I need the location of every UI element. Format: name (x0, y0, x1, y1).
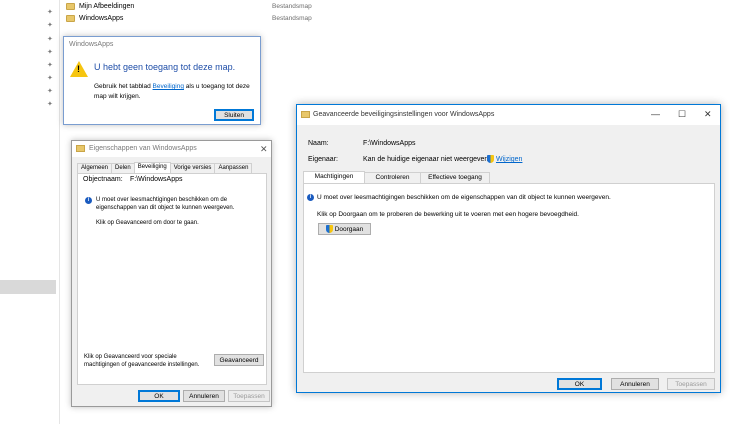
tab-previous-versions[interactable]: Vorige versies (169, 163, 216, 173)
apply-button[interactable]: Toepassen (667, 378, 715, 390)
close-icon[interactable]: ✕ (260, 144, 268, 155)
cancel-button[interactable]: Annuleren (183, 390, 225, 402)
pin-icon[interactable]: ✦ (47, 9, 55, 17)
file-type: Bestandsmap (272, 15, 312, 22)
advanced-description: Klik op Geavanceerd voor speciale machti… (84, 354, 200, 368)
tab-strip: Algemeen Delen Beveiliging Vorige versie… (77, 162, 253, 173)
pin-icon[interactable]: ✦ (47, 88, 55, 96)
change-link-text: Wijzigen (496, 155, 523, 163)
folder-icon (76, 145, 85, 152)
access-denied-dialog: WindowsApps ! U hebt geen toegang tot de… (63, 36, 261, 125)
message-text: Gebruik het tabblad (94, 83, 153, 90)
folder-icon (66, 15, 75, 22)
dialog-message: Gebruik het tabblad Beveiliging als u to… (94, 82, 254, 102)
info-message: U moet over leesmachtigingen beschikken … (317, 194, 611, 201)
properties-window: Eigenschappen van WindowsApps ✕ Algemeen… (71, 140, 272, 407)
dialog-title: WindowsApps (69, 41, 114, 48)
info-icon: i (307, 194, 314, 201)
folder-icon (66, 3, 75, 10)
info-icon: i (85, 197, 92, 204)
tab-customize[interactable]: Aanpassen (214, 163, 253, 173)
pin-icon[interactable]: ✦ (47, 49, 55, 57)
file-type: Bestandsmap (272, 3, 312, 10)
file-name: Mijn Afbeeldingen (79, 3, 135, 10)
dialog-heading: U hebt geen toegang tot deze map. (94, 62, 236, 72)
title-bar: Eigenschappen van WindowsApps ✕ (72, 141, 271, 157)
file-name: WindowsApps (79, 15, 124, 22)
continue-button[interactable]: Doorgaan (318, 223, 371, 235)
tab-auditing[interactable]: Controleren (364, 172, 421, 183)
pin-icon[interactable]: ✦ (47, 75, 55, 83)
security-tab-link[interactable]: Beveiliging (153, 83, 184, 90)
continue-hint: Klik op Doorgaan om te proberen de bewer… (317, 211, 579, 218)
tab-permissions[interactable]: Machtigingen (303, 171, 365, 183)
close-icon[interactable]: ✕ (704, 109, 712, 120)
object-name-label: Objectnaam: (83, 176, 123, 183)
tab-strip: Machtigingen Controleren Effectieve toeg… (303, 171, 490, 183)
tab-security[interactable]: Beveiliging (133, 162, 171, 173)
apply-button[interactable]: Toepassen (228, 390, 270, 402)
advanced-security-window: Geavanceerde beveiligingsinstellingen vo… (296, 104, 721, 393)
uac-shield-icon (487, 155, 494, 163)
continue-label: Doorgaan (334, 225, 364, 233)
info-message: U moet over leesmachtigingen beschikken … (96, 197, 235, 211)
pin-icon[interactable]: ✦ (47, 101, 55, 109)
advanced-button[interactable]: Geavanceerd (214, 354, 264, 366)
owner-value: Kan de huidige eigenaar niet weergeven. (363, 156, 491, 163)
warning-icon: ! (70, 61, 88, 77)
title-bar: Geavanceerde beveiligingsinstellingen vo… (297, 105, 720, 125)
window-title: Geavanceerde beveiligingsinstellingen vo… (313, 111, 495, 118)
ok-button[interactable]: OK (557, 378, 602, 390)
minimize-icon[interactable]: — (651, 109, 660, 119)
tab-effective-access[interactable]: Effectieve toegang (420, 172, 490, 183)
explorer-divider (59, 0, 60, 424)
tab-sharing[interactable]: Delen (111, 163, 135, 173)
pin-icon[interactable]: ✦ (47, 22, 55, 30)
folder-icon (301, 111, 310, 118)
name-value: F:\WindowsApps (363, 140, 416, 147)
maximize-icon[interactable]: ☐ (678, 109, 686, 120)
name-label: Naam: (308, 140, 329, 147)
change-owner-link[interactable]: Wijzigen (487, 155, 522, 163)
advanced-hint: Klik op Geavanceerd om door te gaan. (96, 220, 199, 226)
permissions-tab-panel: i U moet over leesmachtigingen beschikke… (303, 183, 715, 373)
window-title: Eigenschappen van WindowsApps (89, 145, 197, 152)
list-item[interactable]: Mijn Afbeeldingen (66, 1, 134, 12)
nav-selection-highlight[interactable] (0, 280, 56, 294)
security-tab-panel: Objectnaam: F:\WindowsApps i U moet over… (77, 173, 267, 385)
close-button[interactable]: Sluiten (214, 109, 254, 121)
pin-icon[interactable]: ✦ (47, 62, 55, 70)
pin-icon[interactable]: ✦ (47, 36, 55, 44)
owner-label: Eigenaar: (308, 156, 338, 163)
uac-shield-icon (325, 225, 333, 233)
ok-button[interactable]: OK (138, 390, 180, 402)
object-name-value: F:\WindowsApps (130, 176, 183, 183)
list-item[interactable]: WindowsApps (66, 13, 123, 24)
tab-general[interactable]: Algemeen (77, 163, 113, 173)
cancel-button[interactable]: Annuleren (611, 378, 659, 390)
